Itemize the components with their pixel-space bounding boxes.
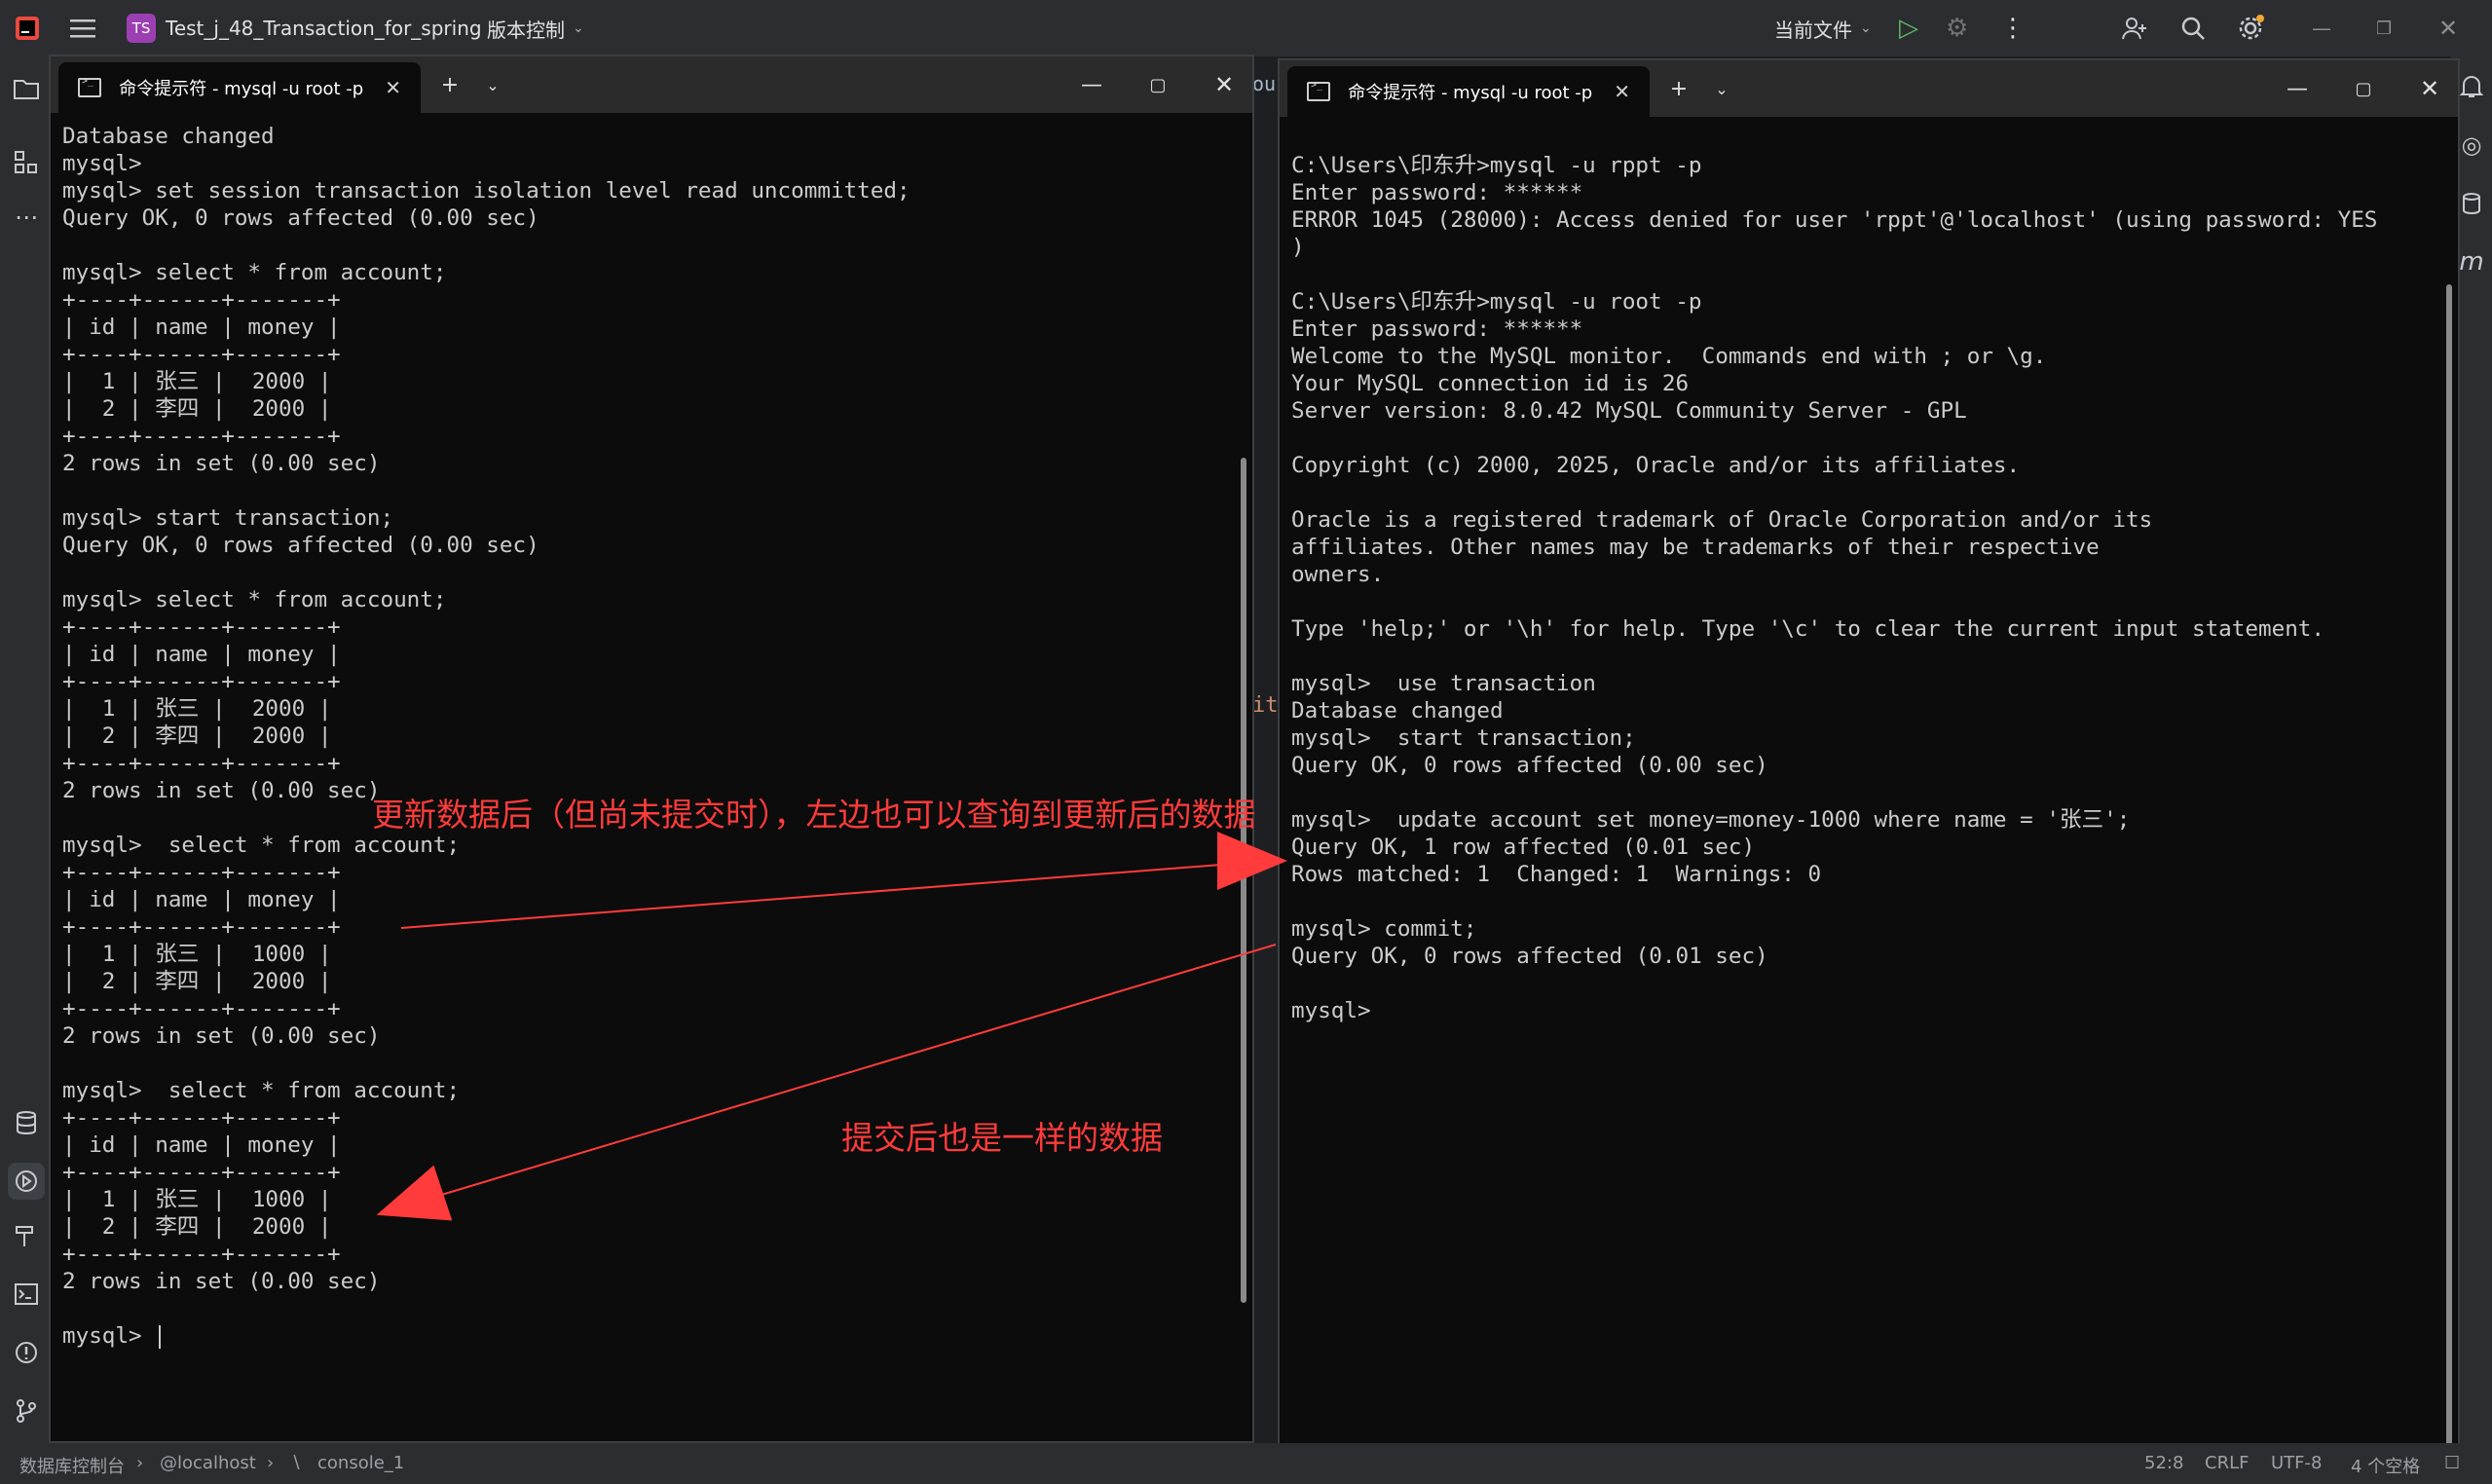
annotation-arrowhead-committed [376,1165,453,1221]
console-file-icon: ∖ [290,1453,302,1473]
cursor-position[interactable]: 52:8 [2144,1453,2183,1473]
annotation-arrow-uncommitted [400,860,1273,929]
read-only-lock-icon[interactable]: ☐ [2444,1453,2460,1473]
breadcrumb-console[interactable]: console_1 [317,1453,404,1473]
annotation-after-commit: 提交后也是一样的数据 [841,1119,1163,1157]
ide-status-bar: 数据库控制台 › @localhost › ∖ console_1 52:8 C… [0,1443,2492,1484]
breadcrumb-host[interactable]: @localhost [160,1453,256,1473]
file-encoding[interactable]: UTF-8 [2271,1453,2322,1473]
annotation-uncommitted-visible: 更新数据后（但尚未提交时），左边也可以查询到更新后的数据 [372,796,1256,834]
indent-setting[interactable]: 4 个空格 [2351,1453,2420,1478]
annotation-arrows [376,832,1287,1221]
line-separator[interactable]: CRLF [2205,1453,2249,1473]
breadcrumb-separator-icon: › [136,1453,144,1473]
breadcrumb-db-console[interactable]: 数据库控制台 [19,1453,125,1478]
breadcrumb-separator-icon: › [267,1453,275,1473]
annotation-arrow-committed [389,944,1277,1211]
